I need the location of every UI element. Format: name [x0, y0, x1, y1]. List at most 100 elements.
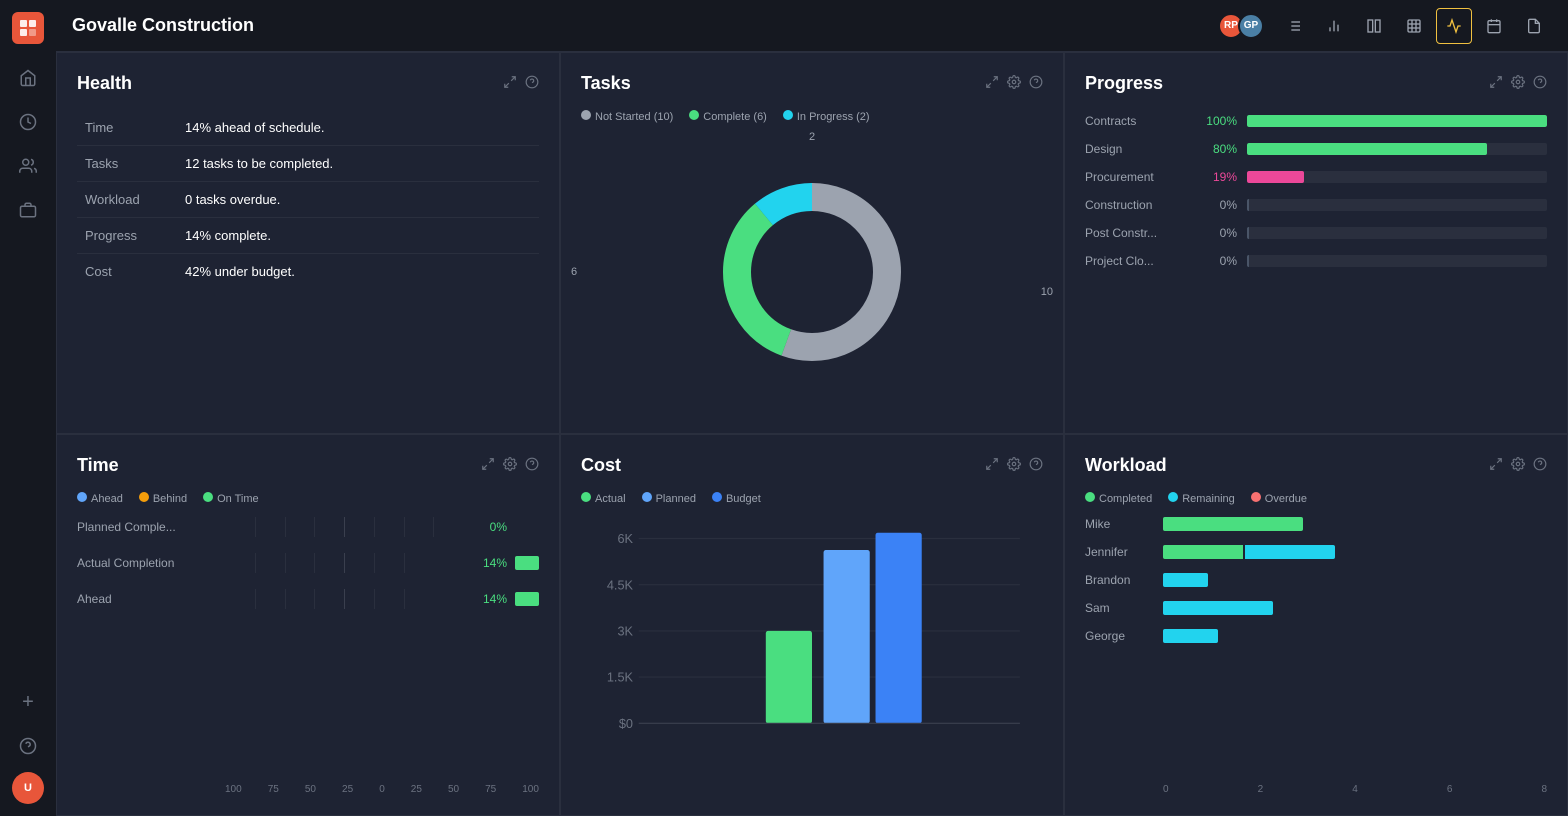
sidebar-help-icon[interactable]: [10, 728, 46, 764]
sidebar-item-users[interactable]: [10, 148, 46, 184]
project-title: Govalle Construction: [72, 15, 1206, 36]
progress-bar-fill: [1247, 115, 1547, 127]
workload-bars-mike: [1163, 517, 1547, 531]
time-settings-icon[interactable]: [503, 457, 517, 474]
progress-bar-divider: [1247, 255, 1249, 267]
sidebar-user-avatar[interactable]: U: [12, 772, 44, 804]
time-bar-planned: [515, 520, 539, 534]
health-help-icon[interactable]: [525, 75, 539, 92]
workload-legend: Completed Remaining Overdue: [1085, 492, 1547, 505]
sidebar-add-button[interactable]: +: [10, 684, 46, 720]
health-row-value: 42% under budget.: [177, 254, 539, 290]
cost-panel: Cost Actual Planned Budget: [560, 434, 1064, 816]
workload-panel: Workload Completed Remaining Overdue: [1064, 434, 1568, 816]
health-panel-header: Health: [77, 73, 539, 94]
workload-row-mike: Mike: [1085, 517, 1547, 531]
tasks-expand-icon[interactable]: [985, 75, 999, 92]
time-panel: Time Ahead Behind On Time: [56, 434, 560, 816]
sidebar-item-clock[interactable]: [10, 104, 46, 140]
donut-label-right: 10: [1041, 286, 1053, 298]
time-help-icon[interactable]: [525, 457, 539, 474]
workload-expand-icon[interactable]: [1489, 457, 1503, 474]
workload-row-brandon: Brandon: [1085, 573, 1547, 587]
health-row-value: 0 tasks overdue.: [177, 182, 539, 218]
progress-row: Project Clo... 0%: [1085, 254, 1547, 268]
legend-complete: Complete (6): [689, 110, 767, 123]
workload-panel-header: Workload: [1085, 455, 1547, 476]
time-row-actual-bar: [225, 553, 463, 573]
toolbar-icons: [1276, 8, 1552, 44]
time-legend: Ahead Behind On Time: [77, 492, 539, 505]
time-pct-planned: 0%: [471, 520, 507, 534]
workload-bars-brandon: [1163, 573, 1547, 587]
svg-text:$0: $0: [619, 717, 633, 731]
donut-label-left: 6: [571, 266, 577, 278]
legend-behind: Behind: [139, 492, 187, 505]
tasks-donut-chart: [712, 172, 912, 372]
tasks-help-icon[interactable]: [1029, 75, 1043, 92]
workload-bars-george: [1163, 629, 1547, 643]
workload-bar-brandon-remaining: [1163, 573, 1208, 587]
tasks-donut-container: 6 2 10: [581, 131, 1043, 413]
progress-bar-bg: [1247, 255, 1547, 267]
legend-budget: Budget: [712, 492, 761, 505]
legend-completed: Completed: [1085, 492, 1152, 505]
health-title: Health: [77, 73, 132, 94]
cost-expand-icon[interactable]: [985, 457, 999, 474]
progress-row: Post Constr... 0%: [1085, 226, 1547, 240]
progress-bar-divider: [1247, 199, 1249, 211]
health-row-value: 14% complete.: [177, 218, 539, 254]
workload-chart-container: Mike Jennifer: [1085, 517, 1547, 795]
health-expand-icon[interactable]: [503, 75, 517, 92]
workload-bars-jennifer: [1163, 545, 1547, 559]
toolbar-table-btn[interactable]: [1396, 8, 1432, 44]
progress-row-pct: 80%: [1195, 142, 1237, 156]
toolbar-calendar-btn[interactable]: [1476, 8, 1512, 44]
main-content: Govalle Construction RP GP: [56, 0, 1568, 816]
cost-settings-icon[interactable]: [1007, 457, 1021, 474]
toolbar-list-btn[interactable]: [1276, 8, 1312, 44]
progress-row-label: Procurement: [1085, 170, 1185, 184]
legend-planned: Planned: [642, 492, 696, 505]
workload-row-jennifer: Jennifer: [1085, 545, 1547, 559]
time-expand-icon[interactable]: [481, 457, 495, 474]
toolbar-columns-btn[interactable]: [1356, 8, 1392, 44]
tasks-title: Tasks: [581, 73, 631, 94]
svg-text:6K: 6K: [617, 532, 633, 546]
progress-help-icon[interactable]: [1533, 75, 1547, 92]
sidebar-item-briefcase[interactable]: [10, 192, 46, 228]
sidebar-item-home[interactable]: [10, 60, 46, 96]
progress-row-pct: 0%: [1195, 254, 1237, 268]
health-row-value: 14% ahead of schedule.: [177, 110, 539, 146]
topbar-avatars: RP GP: [1218, 13, 1264, 39]
progress-panel-header: Progress: [1085, 73, 1547, 94]
progress-row-label: Construction: [1085, 198, 1185, 212]
sidebar-logo[interactable]: [12, 12, 44, 44]
health-controls: [503, 75, 539, 92]
workload-title: Workload: [1085, 455, 1167, 476]
workload-settings-icon[interactable]: [1511, 457, 1525, 474]
health-table-row: Workload0 tasks overdue.: [77, 182, 539, 218]
workload-help-icon[interactable]: [1533, 457, 1547, 474]
workload-bar-sam-remaining: [1163, 601, 1273, 615]
cost-help-icon[interactable]: [1029, 457, 1043, 474]
tasks-panel: Tasks Not Started (10) Complete (6) In: [560, 52, 1064, 434]
progress-row: Contracts 100%: [1085, 114, 1547, 128]
tasks-settings-icon[interactable]: [1007, 75, 1021, 92]
time-rows: Planned Comple... 0%: [77, 517, 539, 609]
workload-x-axis: 0 2 4 6 8: [1085, 784, 1547, 795]
progress-settings-icon[interactable]: [1511, 75, 1525, 92]
progress-expand-icon[interactable]: [1489, 75, 1503, 92]
toolbar-activity-btn[interactable]: [1436, 8, 1472, 44]
toolbar-barchart-btn[interactable]: [1316, 8, 1352, 44]
health-row-label: Cost: [77, 254, 177, 290]
time-panel-header: Time: [77, 455, 539, 476]
workload-name-brandon: Brandon: [1085, 573, 1155, 587]
health-table-row: Tasks12 tasks to be completed.: [77, 146, 539, 182]
legend-overdue: Overdue: [1251, 492, 1307, 505]
toolbar-file-btn[interactable]: [1516, 8, 1552, 44]
sidebar: + U: [0, 0, 56, 816]
progress-bar-fill: [1247, 143, 1487, 155]
health-table-row: Progress14% complete.: [77, 218, 539, 254]
progress-row-label: Design: [1085, 142, 1185, 156]
